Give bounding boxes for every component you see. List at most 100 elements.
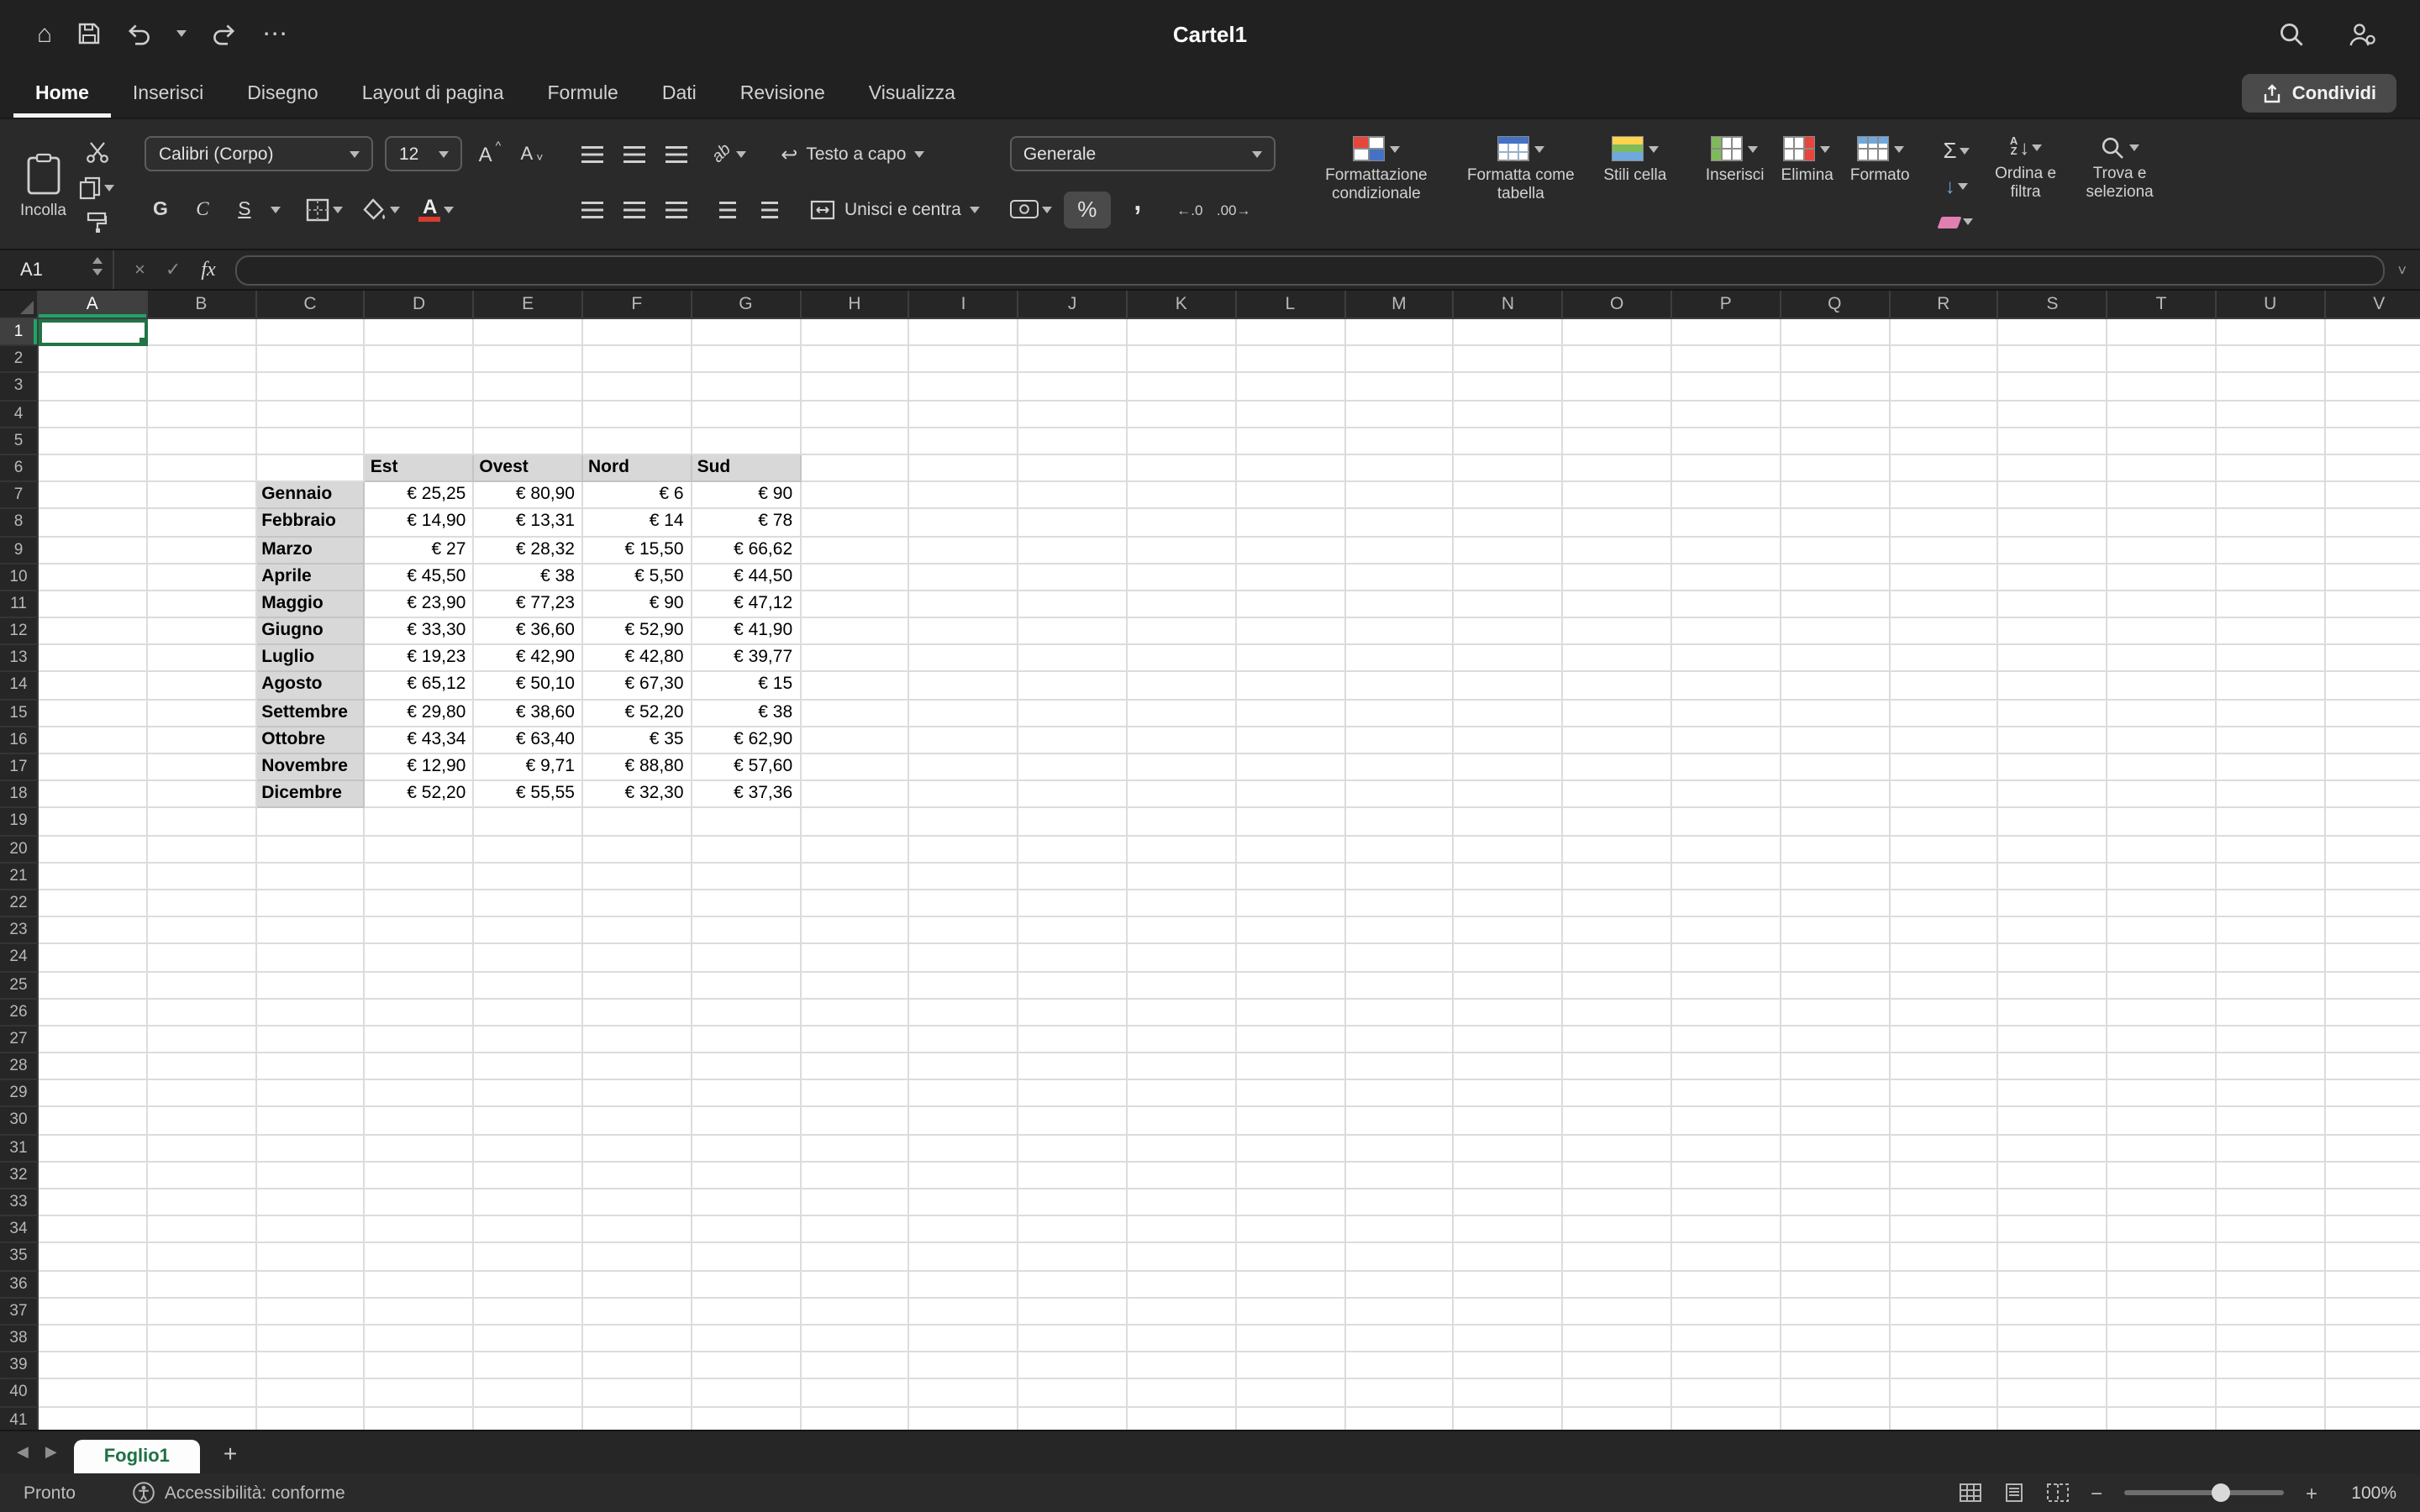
cell-O3[interactable] — [1563, 374, 1672, 401]
cell-E30[interactable] — [474, 1108, 583, 1135]
cell-P1[interactable] — [1672, 319, 1781, 346]
cell-V19[interactable] — [2325, 809, 2420, 836]
cell-E17[interactable]: € 9,71 — [474, 754, 583, 781]
cell-L29[interactable] — [1237, 1081, 1346, 1108]
font-color-button[interactable]: A — [419, 191, 454, 228]
cell-Q38[interactable] — [1781, 1326, 1891, 1352]
cell-Q28[interactable] — [1781, 1053, 1891, 1080]
cell-D10[interactable]: € 45,50 — [366, 564, 475, 591]
cell-O24[interactable] — [1563, 945, 1672, 972]
cell-Q30[interactable] — [1781, 1108, 1891, 1135]
cell-P35[interactable] — [1672, 1244, 1781, 1271]
cell-O17[interactable] — [1563, 754, 1672, 781]
cell-K37[interactable] — [1128, 1299, 1237, 1326]
cell-S26[interactable] — [1999, 999, 2108, 1026]
cell-O9[interactable] — [1563, 537, 1672, 564]
cell-K28[interactable] — [1128, 1053, 1237, 1080]
cell-A19[interactable] — [39, 809, 148, 836]
cell-O18[interactable] — [1563, 781, 1672, 808]
cell-G30[interactable] — [692, 1108, 802, 1135]
insert-cells-button[interactable]: Inserisci — [1706, 136, 1765, 186]
cell-T30[interactable] — [2107, 1108, 2217, 1135]
cell-A11[interactable] — [39, 591, 148, 618]
cell-L17[interactable] — [1237, 754, 1346, 781]
cell-V11[interactable] — [2325, 591, 2420, 618]
row-header-18[interactable]: 18 — [0, 781, 39, 808]
cell-B23[interactable] — [148, 917, 257, 944]
cell-R1[interactable] — [1890, 319, 1999, 346]
cell-N29[interactable] — [1455, 1081, 1564, 1108]
cell-I12[interactable] — [910, 618, 1019, 645]
cell-G20[interactable] — [692, 836, 802, 863]
cell-V38[interactable] — [2325, 1326, 2420, 1352]
cell-M7[interactable] — [1345, 482, 1455, 509]
cell-P41[interactable] — [1672, 1407, 1781, 1430]
cell-N39[interactable] — [1455, 1352, 1564, 1379]
cell-S22[interactable] — [1999, 890, 2108, 917]
cell-U28[interactable] — [2217, 1053, 2326, 1080]
cell-H13[interactable] — [801, 646, 910, 673]
cell-V8[interactable] — [2325, 510, 2420, 537]
cell-F30[interactable] — [583, 1108, 692, 1135]
cell-E18[interactable]: € 55,55 — [474, 781, 583, 808]
cell-G36[interactable] — [692, 1271, 802, 1298]
cell-C32[interactable] — [256, 1163, 366, 1189]
cell-C40[interactable] — [256, 1380, 366, 1407]
cell-B21[interactable] — [148, 864, 257, 890]
column-header-I[interactable]: I — [910, 291, 1019, 319]
cell-S32[interactable] — [1999, 1163, 2108, 1189]
row-header-31[interactable]: 31 — [0, 1135, 39, 1162]
cell-H40[interactable] — [801, 1380, 910, 1407]
cell-B17[interactable] — [148, 754, 257, 781]
cell-T20[interactable] — [2107, 836, 2217, 863]
row-header-33[interactable]: 33 — [0, 1189, 39, 1216]
cell-R24[interactable] — [1890, 945, 1999, 972]
cell-D3[interactable] — [366, 374, 475, 401]
cell-G34[interactable] — [692, 1216, 802, 1243]
cell-O38[interactable] — [1563, 1326, 1672, 1352]
cell-B12[interactable] — [148, 618, 257, 645]
cell-A9[interactable] — [39, 537, 148, 564]
italic-button[interactable]: C — [187, 191, 218, 228]
cell-V27[interactable] — [2325, 1026, 2420, 1053]
row-header-27[interactable]: 27 — [0, 1026, 39, 1053]
cell-R25[interactable] — [1890, 972, 1999, 999]
cell-Q12[interactable] — [1781, 618, 1891, 645]
cell-P37[interactable] — [1672, 1299, 1781, 1326]
cell-J34[interactable] — [1018, 1216, 1128, 1243]
cell-R11[interactable] — [1890, 591, 1999, 618]
cell-N14[interactable] — [1455, 673, 1564, 700]
cell-E6[interactable]: Ovest — [474, 455, 583, 482]
cell-K32[interactable] — [1128, 1163, 1237, 1189]
sort-filter-button[interactable]: AZ ↓ Ordina e filtra — [1987, 131, 2065, 203]
cell-U10[interactable] — [2217, 564, 2326, 591]
cell-B22[interactable] — [148, 890, 257, 917]
cell-T26[interactable] — [2107, 999, 2217, 1026]
cell-G39[interactable] — [692, 1352, 802, 1379]
cell-M25[interactable] — [1345, 972, 1455, 999]
cell-C21[interactable] — [256, 864, 366, 890]
cell-L8[interactable] — [1237, 510, 1346, 537]
cell-M41[interactable] — [1345, 1407, 1455, 1430]
row-header-9[interactable]: 9 — [0, 537, 39, 564]
cell-I8[interactable] — [910, 510, 1019, 537]
cell-T6[interactable] — [2107, 455, 2217, 482]
cell-E38[interactable] — [474, 1326, 583, 1352]
cell-O1[interactable] — [1563, 319, 1672, 346]
cell-C39[interactable] — [256, 1352, 366, 1379]
cell-F10[interactable]: € 5,50 — [583, 564, 692, 591]
cell-B34[interactable] — [148, 1216, 257, 1243]
row-header-24[interactable]: 24 — [0, 945, 39, 972]
cell-E40[interactable] — [474, 1380, 583, 1407]
cell-I23[interactable] — [910, 917, 1019, 944]
cell-P29[interactable] — [1672, 1081, 1781, 1108]
cell-P36[interactable] — [1672, 1271, 1781, 1298]
cell-R20[interactable] — [1890, 836, 1999, 863]
save-icon[interactable] — [77, 22, 101, 45]
cell-S2[interactable] — [1999, 346, 2108, 373]
cell-D38[interactable] — [366, 1326, 475, 1352]
cell-K35[interactable] — [1128, 1244, 1237, 1271]
cell-K11[interactable] — [1128, 591, 1237, 618]
row-header-19[interactable]: 19 — [0, 809, 39, 836]
cell-S37[interactable] — [1999, 1299, 2108, 1326]
